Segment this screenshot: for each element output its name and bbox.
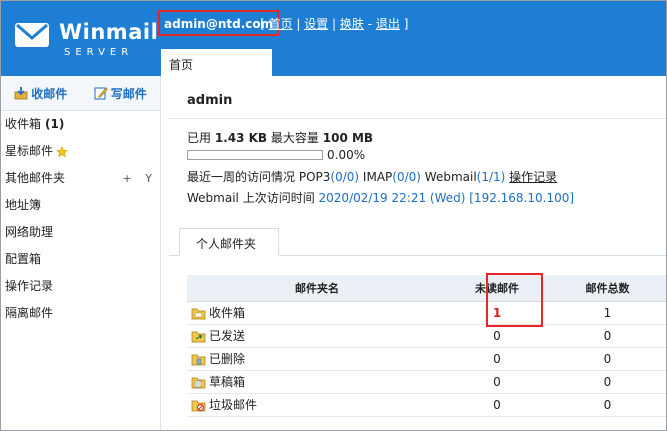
sidebar-item-label: 配置箱 [5, 252, 42, 266]
logout-link[interactable]: 退出 [376, 17, 400, 31]
total-count: 0 [603, 374, 612, 389]
tab-home[interactable]: 首页 [161, 49, 272, 76]
sidebar-item-inbox[interactable]: 收件箱 (1) [1, 111, 160, 138]
sidebar-item-network-assistant[interactable]: 网络助理 [1, 219, 160, 246]
operation-log-link[interactable]: 操作记录 [509, 170, 557, 184]
top-links: [ 首页 | 设置 | 换肤 - 退出 ] [260, 17, 409, 31]
sidebar-item-starred[interactable]: 星标邮件 [1, 138, 160, 165]
folder-list: 收件箱 (1) 星标邮件 其他邮件夹 + Y 地址簿 网络助理 配置箱 操作记录… [1, 111, 160, 327]
sidebar-item-label: 操作记录 [5, 279, 54, 293]
sidebar-item-label: 地址簿 [5, 198, 42, 212]
sidebar-item-other-folders[interactable]: 其他邮件夹 + Y [1, 165, 160, 192]
sidebar-item-label: 隔离邮件 [5, 306, 54, 320]
folder-name[interactable]: 已发送 [209, 329, 245, 343]
sidebar-item-label: 网络助理 [5, 225, 54, 239]
sidebar-item-quarantine[interactable]: 隔离邮件 [1, 300, 160, 327]
table-row[interactable]: 已删除 0 0 [187, 347, 666, 371]
sidebar-item-label: 收件箱 [5, 117, 42, 131]
star-icon [56, 145, 68, 157]
sidebar-item-label: 其他邮件夹 [5, 171, 66, 185]
sent-folder-icon [191, 331, 206, 343]
unread-highlight-box [486, 273, 543, 327]
drafts-folder-icon [191, 377, 206, 389]
sidebar-item-label: 星标邮件 [5, 144, 54, 158]
total-count: 0 [603, 351, 612, 366]
table-header-row: 邮件夹名 未读邮件 邮件总数 [187, 275, 666, 302]
table-row[interactable]: 收件箱 1 1 [187, 301, 666, 325]
max-size: 100 MB [322, 131, 374, 145]
winmail-logo[interactable]: Winmail SERVER [13, 13, 158, 59]
unread-count: 0 [493, 374, 501, 389]
skin-link[interactable]: 换肤 [340, 17, 364, 31]
unread-count: 0 [493, 351, 501, 366]
receive-mail-label: 收邮件 [31, 86, 68, 101]
logo-text: Winmail [59, 20, 159, 44]
folder-name[interactable]: 垃圾邮件 [209, 398, 257, 412]
used-size: 1.43 KB [214, 131, 268, 145]
col-total[interactable]: 邮件总数 [547, 275, 666, 302]
subtab-bar: 个人邮件夹 [169, 228, 666, 256]
last-visit-time: 2020/02/19 22:21 (Wed) [192.168.10.100] [318, 191, 575, 205]
app-window: Winmail SERVER admin@ntd.com [ 首页 | 设置 |… [0, 0, 667, 431]
envelope-logo-icon [15, 23, 49, 47]
total-count: 0 [603, 328, 612, 343]
total-count: 1 [603, 305, 612, 320]
add-folder-icon[interactable]: + [123, 172, 132, 185]
top-header: Winmail SERVER admin@ntd.com [ 首页 | 设置 |… [1, 1, 666, 76]
receive-mail-icon [14, 87, 28, 100]
settings-link[interactable]: 设置 [304, 17, 328, 31]
pop3-count: (0/0) [330, 170, 360, 184]
unread-count: 0 [493, 397, 501, 412]
total-count: 0 [603, 397, 612, 412]
compose-pencil-icon [94, 87, 108, 100]
home-link[interactable]: 首页 [269, 17, 293, 31]
unread-count: 0 [493, 328, 501, 343]
table-row[interactable]: 垃圾邮件 0 0 [187, 393, 666, 417]
mail-action-row: 收邮件 写邮件 [1, 76, 160, 111]
filter-folder-icon[interactable]: Y [145, 172, 152, 185]
sidebar-item-operation-log[interactable]: 操作记录 [1, 273, 160, 300]
col-folder-name[interactable]: 邮件夹名 [187, 275, 447, 302]
page-title: admin [187, 93, 233, 108]
tab-personal-folders[interactable]: 个人邮件夹 [179, 228, 279, 256]
storage-progress-bar [187, 150, 323, 160]
webmail-count: (1/1) [476, 170, 506, 184]
table-row[interactable]: 已发送 0 0 [187, 324, 666, 348]
inbox-unread-count: (1) [45, 117, 65, 131]
weekly-visits: 最近一周的访问情况 POP3(0/0) IMAP(0/0) Webmail(1/… [187, 170, 558, 184]
sidebar-item-config-box[interactable]: 配置箱 [1, 246, 160, 273]
folder-name[interactable]: 草稿箱 [209, 375, 245, 389]
table-row[interactable]: 草稿箱 0 0 [187, 370, 666, 394]
folder-name[interactable]: 收件箱 [209, 306, 245, 320]
sidebar: 收邮件 写邮件 收件箱 (1) 星标邮件 其他邮件夹 + Y 地址簿 网络助理 … [1, 76, 161, 430]
deleted-folder-icon [191, 354, 206, 366]
divider [169, 118, 666, 119]
storage-percent: 0.00% [327, 148, 366, 162]
inbox-folder-icon [191, 308, 206, 320]
logo-subtext: SERVER [64, 47, 134, 58]
folder-tools: + Y [113, 165, 152, 192]
compose-mail-label: 写邮件 [110, 86, 147, 101]
sidebar-item-address-book[interactable]: 地址簿 [1, 192, 160, 219]
junk-folder-icon [191, 400, 206, 412]
folder-name[interactable]: 已删除 [209, 352, 245, 366]
folder-table: 邮件夹名 未读邮件 邮件总数 收件箱 1 1 已发送 0 0 已删除 0 0 草… [187, 275, 666, 417]
main-panel: admin 已用 1.43 KB 最大容量 100 MB 0.00% 最近一周的… [161, 76, 666, 430]
receive-mail-button[interactable]: 收邮件 [1, 76, 81, 110]
imap-count: (0/0) [392, 170, 421, 184]
storage-usage: 已用 1.43 KB 最大容量 100 MB [187, 131, 374, 145]
last-visit: Webmail 上次访问时间 2020/02/19 22:21 (Wed) [1… [187, 191, 575, 205]
compose-mail-button[interactable]: 写邮件 [81, 76, 161, 110]
